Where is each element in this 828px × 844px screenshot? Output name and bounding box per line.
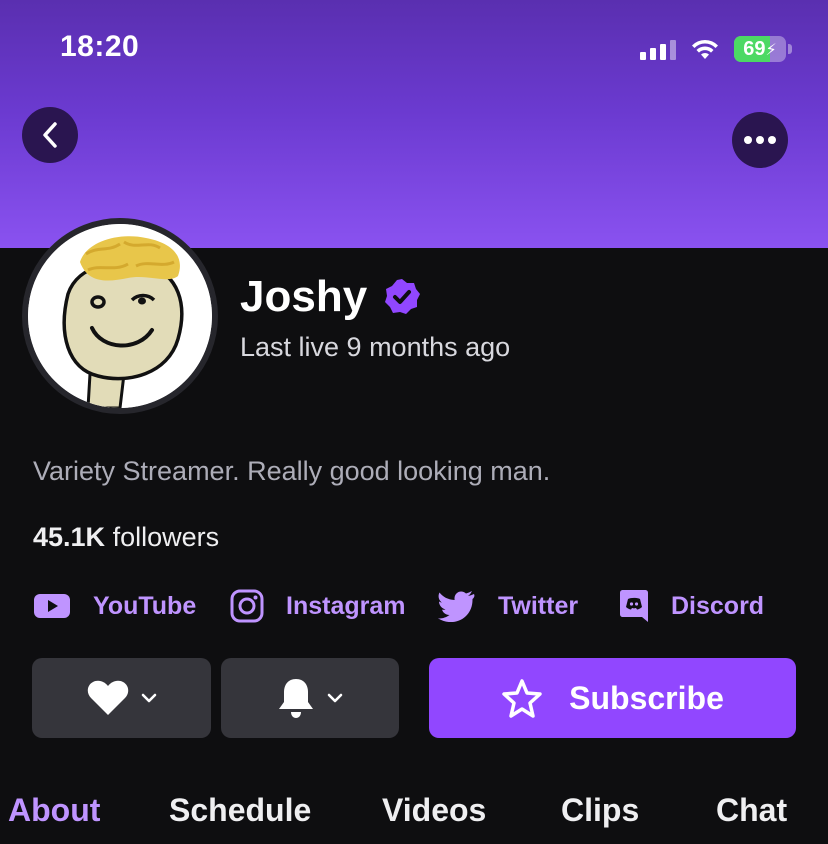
back-button[interactable]	[22, 107, 78, 163]
wifi-icon	[692, 39, 718, 59]
avatar[interactable]	[22, 218, 218, 414]
more-dots-icon	[744, 136, 776, 144]
chevron-down-icon	[141, 693, 156, 703]
avatar-drawing	[28, 224, 212, 408]
social-link-instagram[interactable]: Instagram	[230, 586, 405, 626]
followers-count: 45.1K followers	[33, 522, 219, 553]
followers-number: 45.1K	[33, 522, 106, 552]
status-indicators: 69⚡	[640, 36, 792, 62]
signal-icon	[640, 38, 676, 60]
battery-cap	[788, 44, 792, 54]
verified-badge-icon	[385, 279, 421, 314]
last-live-text: Last live 9 months ago	[240, 332, 511, 362]
chevron-down-icon	[327, 693, 343, 703]
bell-icon	[279, 679, 313, 718]
social-label-discord: Discord	[671, 591, 765, 620]
social-label-youtube: YouTube	[93, 591, 197, 620]
social-links: YouTube Instagram Twitter Discord	[33, 586, 803, 626]
channel-name: Joshy	[240, 272, 368, 321]
social-label-twitter: Twitter	[498, 591, 579, 620]
youtube-icon	[34, 594, 70, 618]
social-label-instagram: Instagram	[286, 591, 406, 620]
subscribe-label: Subscribe	[569, 679, 724, 716]
social-link-youtube[interactable]: YouTube	[33, 586, 196, 626]
twitter-icon	[438, 591, 475, 622]
bolt-icon: ⚡	[765, 41, 777, 59]
discord-icon	[620, 590, 648, 622]
followers-label: followers	[112, 522, 220, 552]
social-link-discord[interactable]: Discord	[619, 586, 764, 626]
more-options-button[interactable]	[732, 112, 788, 168]
subscribe-button[interactable]: Subscribe	[429, 658, 796, 738]
chevron-left-icon	[43, 122, 57, 148]
channel-tabs: About Schedule Videos Clips Chat	[0, 792, 828, 844]
heart-icon	[87, 680, 128, 715]
tab-about[interactable]: About	[8, 792, 100, 829]
channel-bio: Variety Streamer. Really good looking ma…	[33, 456, 551, 486]
battery-percent: 69	[743, 37, 766, 60]
status-time: 18:20	[60, 30, 140, 63]
social-link-twitter[interactable]: Twitter	[438, 586, 578, 626]
tab-schedule[interactable]: Schedule	[169, 792, 311, 829]
tab-clips[interactable]: Clips	[561, 792, 639, 829]
instagram-icon	[230, 589, 264, 623]
channel-name-row: Joshy	[240, 272, 421, 322]
tab-chat[interactable]: Chat	[716, 792, 787, 829]
follow-button[interactable]	[32, 658, 211, 738]
tab-videos[interactable]: Videos	[382, 792, 486, 829]
notifications-button[interactable]	[221, 658, 399, 738]
star-icon	[502, 679, 542, 718]
battery-charging-icon: 69⚡	[734, 36, 786, 62]
